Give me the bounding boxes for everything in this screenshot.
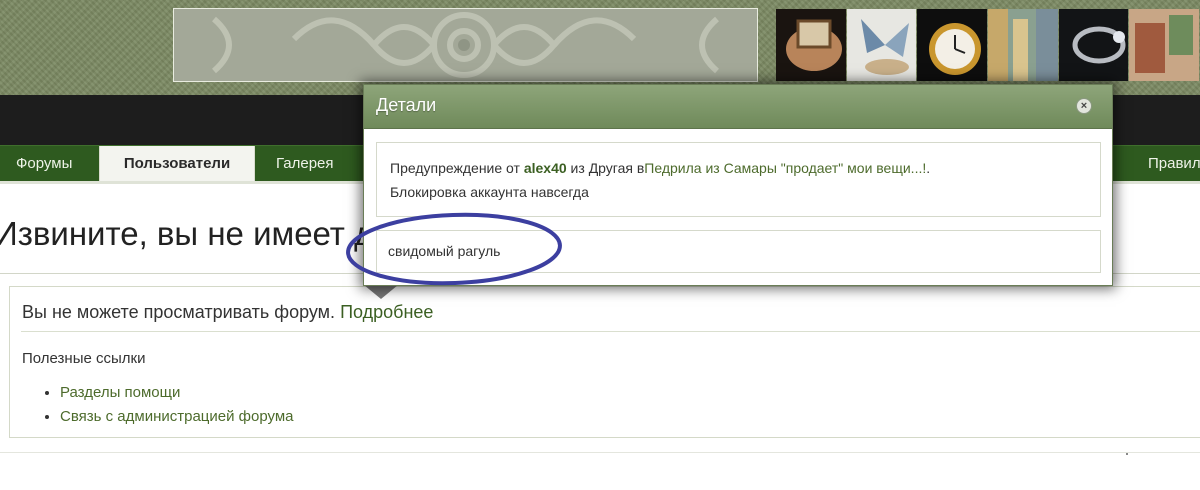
gallery-thumb-painting[interactable] — [988, 9, 1058, 81]
warning-forum: Другая — [588, 160, 633, 176]
modal-title: Детали — [376, 95, 437, 115]
ornament-icon — [174, 9, 757, 81]
warning-author-link[interactable]: alex40 — [524, 160, 567, 176]
header-banner[interactable] — [173, 8, 758, 82]
header-gallery — [776, 9, 1200, 81]
gallery-thumb-watch[interactable] — [917, 9, 988, 81]
useful-links-list: Разделы помощи Связь с администрацией фо… — [42, 381, 294, 429]
error-message-box: Вы не можете просматривать форум. Подроб… — [9, 286, 1200, 438]
warning-dot: . — [926, 160, 931, 176]
tab-rules[interactable]: Правил — [1148, 146, 1200, 182]
warning-in-word: из — [570, 160, 585, 176]
useful-links-heading: Полезные ссылки — [22, 350, 146, 367]
warning-details: Предупреждение от alex40 из Другая вПедр… — [376, 142, 1101, 217]
message-divider — [21, 331, 1200, 332]
modal-header: Детали × — [364, 85, 1112, 129]
page-title: Извините, вы не имеет д — [0, 215, 374, 252]
error-message-text: Вы не можете просматривать форум. — [22, 302, 336, 322]
highlight-ellipse-icon — [346, 212, 562, 286]
gallery-thumb-ring[interactable] — [776, 9, 846, 81]
warning-topic-link[interactable]: Педрила из Самары "продает" мои вещи...! — [644, 160, 926, 176]
contact-admin-link[interactable]: Связь с администрацией форума — [60, 408, 294, 425]
tab-gallery[interactable]: Галерея — [276, 146, 334, 182]
error-message: Вы не можете просматривать форум. Подроб… — [22, 302, 433, 323]
ban-status: Блокировка аккаунта навсегда — [390, 184, 589, 200]
more-info-link[interactable]: Подробнее — [340, 302, 433, 322]
site-header — [0, 0, 1200, 95]
gallery-thumb-butterfly[interactable] — [846, 9, 917, 81]
close-icon[interactable]: × — [1076, 98, 1092, 114]
list-item: Разделы помощи — [60, 381, 294, 405]
gallery-thumb-jewelry[interactable] — [1058, 9, 1129, 81]
tab-users[interactable]: Пользователи — [99, 146, 255, 182]
warning-line: Предупреждение от alex40 из Другая вПедр… — [390, 160, 930, 176]
tab-forums[interactable]: Форумы — [16, 146, 72, 182]
help-sections-link[interactable]: Разделы помощи — [60, 384, 180, 401]
list-item: Связь с администрацией форума — [60, 405, 294, 429]
footer-divider — [0, 452, 1200, 453]
gallery-thumb-art[interactable] — [1129, 9, 1200, 81]
warning-prefix: Предупреждение от — [390, 160, 520, 176]
decorative-dot — [1126, 453, 1128, 455]
